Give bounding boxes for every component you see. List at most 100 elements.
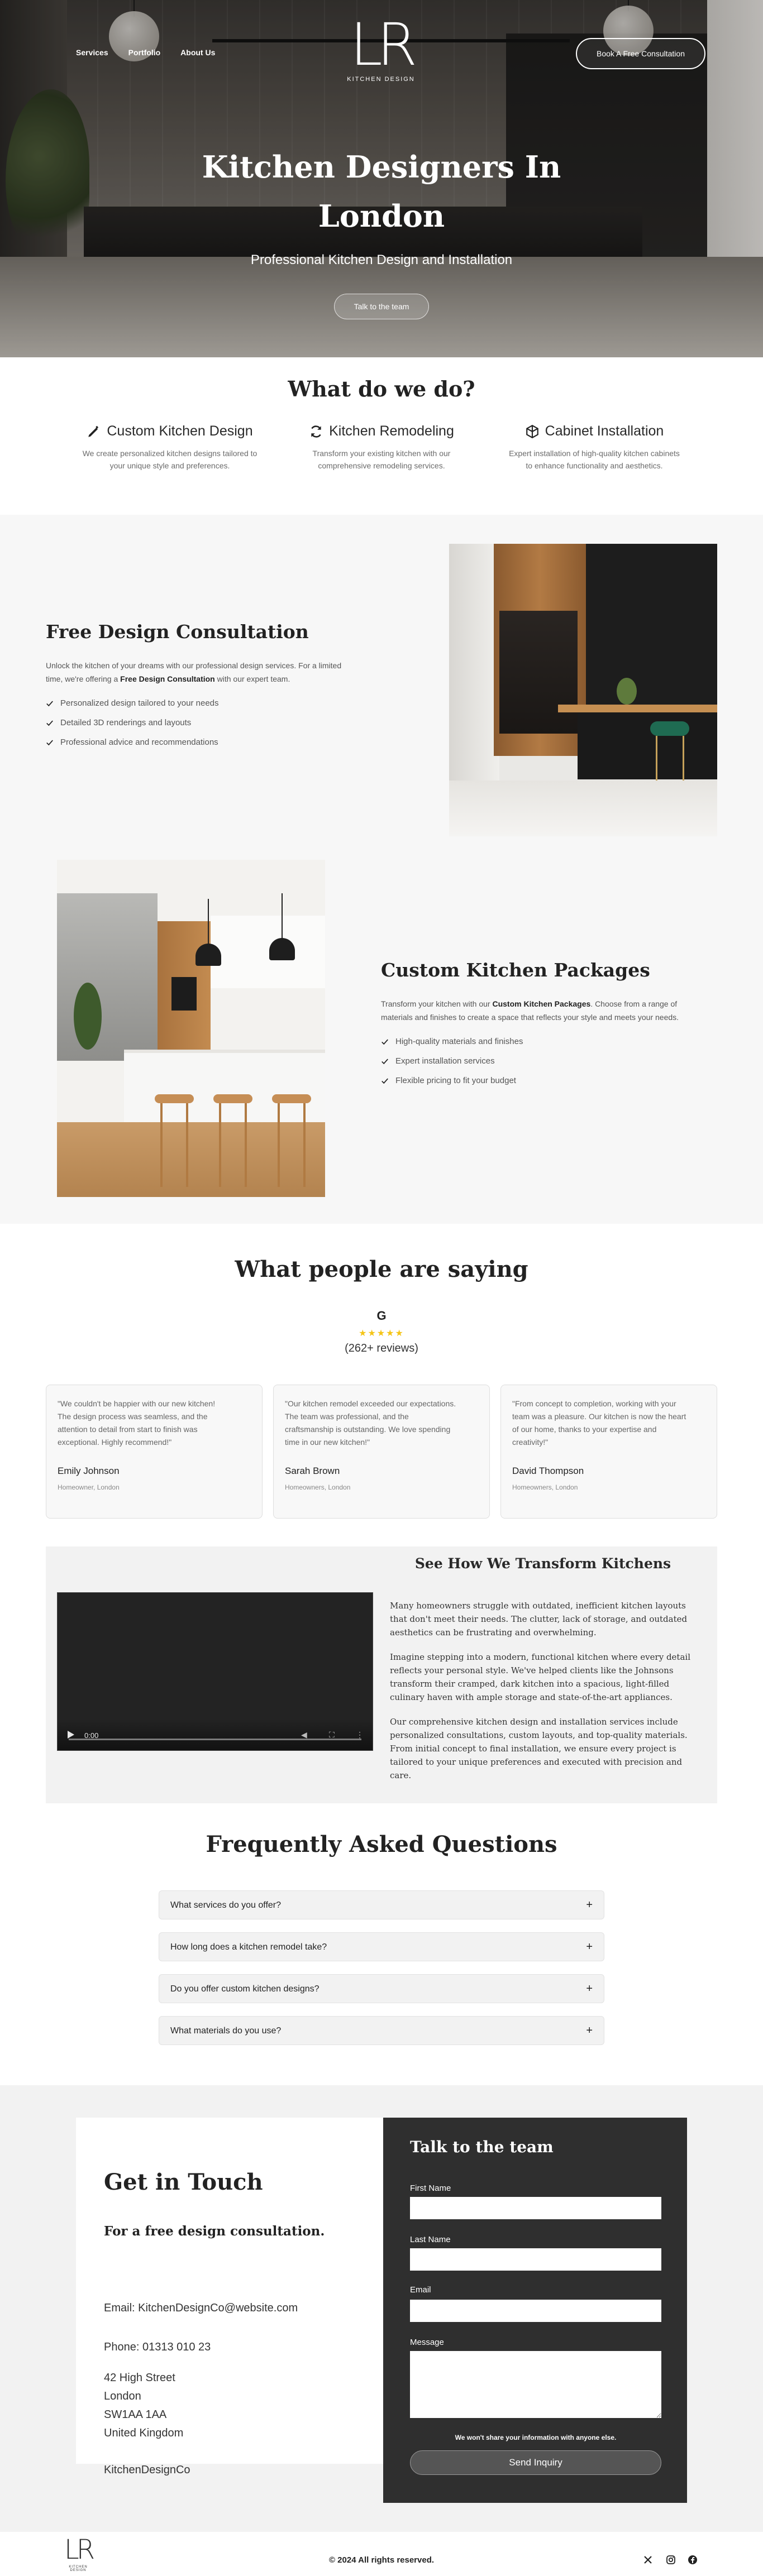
services-section: What do we do? Custom Kitchen Design We … bbox=[0, 357, 763, 515]
logo-subtitle: KITCHEN DESIGN bbox=[347, 76, 415, 83]
feature-consultation-text: Unlock the kitchen of your dreams with o… bbox=[46, 659, 403, 686]
list-item: Expert installation services bbox=[381, 1051, 523, 1071]
testimonial-card: "From concept to completion, working wit… bbox=[500, 1385, 717, 1519]
more-options-icon[interactable]: ⋮ bbox=[356, 1730, 365, 1739]
check-icon bbox=[382, 1058, 388, 1064]
hero-title: Kitchen Designers In London bbox=[0, 142, 763, 241]
nav-link-portfolio[interactable]: Portfolio bbox=[128, 48, 161, 57]
service-remodeling: Kitchen Remodeling Transform your existi… bbox=[281, 423, 482, 472]
video-section-title: See How We Transform Kitchens bbox=[414, 1555, 671, 1572]
quote-line: creativity!" bbox=[512, 1438, 549, 1447]
faq-item[interactable]: What services do you offer? + bbox=[159, 1890, 604, 1919]
footer: LR KITCHEN DESIGN © 2024 All rights rese… bbox=[0, 2532, 763, 2576]
talk-to-team-button[interactable]: Talk to the team bbox=[334, 294, 429, 319]
plus-icon[interactable]: + bbox=[586, 2024, 593, 2037]
service-title: Custom Kitchen Design bbox=[107, 423, 253, 439]
email-label: Email bbox=[410, 2285, 431, 2295]
faq-question: How long does a kitchen remodel take? bbox=[170, 1942, 327, 1952]
testimonial-author: David Thompson bbox=[512, 1466, 584, 1476]
footer-logo[interactable]: LR KITCHEN DESIGN bbox=[61, 2534, 95, 2572]
message-field[interactable] bbox=[410, 2351, 661, 2418]
video-paragraph: Our comprehensive kitchen design and ins… bbox=[390, 1717, 688, 1780]
fullscreen-icon[interactable]: ⛶ bbox=[329, 1730, 338, 1739]
address-line: London bbox=[104, 2390, 141, 2402]
pencil-icon bbox=[88, 425, 99, 437]
contact-info: Get in Touch For a free design consultat… bbox=[76, 2118, 383, 2476]
feature-text-line: materials and finishes to create a space… bbox=[381, 1013, 679, 1022]
instagram-icon[interactable] bbox=[665, 2554, 676, 2565]
contact-address: 42 High Street London SW1AA 1AA United K… bbox=[104, 2369, 183, 2443]
privacy-note: We won't share your information with any… bbox=[455, 2434, 617, 2441]
volume-icon[interactable]: ◀ bbox=[301, 1730, 310, 1739]
refresh-icon bbox=[311, 425, 321, 438]
list-item-label: Flexible pricing to fit your budget bbox=[395, 1076, 516, 1085]
feature-text-bold: Custom Kitchen Packages bbox=[492, 999, 591, 1008]
list-item-label: Professional advice and recommendations bbox=[60, 738, 218, 747]
list-item-label: Personalized design tailored to your nee… bbox=[60, 698, 219, 708]
faq-item[interactable]: Do you offer custom kitchen designs? + bbox=[159, 1974, 604, 2003]
list-item: Flexible pricing to fit your budget bbox=[381, 1071, 523, 1090]
feature-text-bold: Free Design Consultation bbox=[120, 674, 215, 683]
plus-icon[interactable]: + bbox=[586, 1983, 593, 1995]
quote-line: The team was professional, and the bbox=[285, 1412, 409, 1421]
feature-packages-list: High-quality materials and finishes Expe… bbox=[381, 1032, 523, 1090]
last-name-label: Last Name bbox=[410, 2235, 451, 2244]
rating-stars: ★★★★★ bbox=[359, 1329, 404, 1338]
book-consultation-button[interactable]: Book A Free Consultation bbox=[576, 38, 705, 69]
services-title: What do we do? bbox=[288, 376, 475, 401]
play-icon[interactable] bbox=[68, 1731, 74, 1739]
faq-item[interactable]: What materials do you use? + bbox=[159, 2016, 604, 2045]
address-line: United Kingdom bbox=[104, 2427, 184, 2439]
quote-line: "Our kitchen remodel exceeded our expect… bbox=[285, 1399, 456, 1408]
list-item: High-quality materials and finishes bbox=[381, 1032, 523, 1051]
quote-line: "From concept to completion, working wit… bbox=[512, 1399, 676, 1408]
check-icon bbox=[46, 739, 53, 745]
plus-icon[interactable]: + bbox=[586, 1899, 593, 1912]
testimonial-quote: "From concept to completion, working wit… bbox=[512, 1397, 705, 1455]
testimonial-card: "Our kitchen remodel exceeded our expect… bbox=[273, 1385, 490, 1519]
nav-link-about-us[interactable]: About Us bbox=[180, 48, 215, 57]
contact-email[interactable]: Email: KitchenDesignCo@website.com bbox=[104, 2302, 298, 2315]
x-icon[interactable] bbox=[642, 2554, 654, 2565]
testimonial-role: Homeowners, London bbox=[285, 1483, 351, 1491]
service-description-line: your unique style and preferences. bbox=[109, 461, 230, 470]
service-description-line: comprehensive remodeling services. bbox=[318, 461, 445, 470]
check-icon bbox=[46, 700, 53, 706]
last-name-field[interactable] bbox=[410, 2248, 661, 2271]
email-field[interactable] bbox=[410, 2300, 661, 2322]
check-icon bbox=[382, 1078, 388, 1084]
facebook-icon[interactable] bbox=[687, 2554, 698, 2565]
message-label: Message bbox=[410, 2338, 444, 2347]
nav-link-services[interactable]: Services bbox=[76, 48, 108, 57]
form-title: Talk to the team bbox=[410, 2138, 554, 2156]
top-nav: Services Portfolio About Us LR KITCHEN D… bbox=[0, 0, 763, 83]
check-icon bbox=[46, 720, 53, 726]
service-title: Kitchen Remodeling bbox=[329, 423, 454, 439]
plus-icon[interactable]: + bbox=[586, 1941, 593, 1953]
feature-text-line: time, we're offering a bbox=[46, 674, 121, 683]
faq-item[interactable]: How long does a kitchen remodel take? + bbox=[159, 1932, 604, 1961]
contact-title: Get in Touch bbox=[104, 2169, 263, 2195]
feature-text-line: Transform your kitchen with our bbox=[381, 999, 493, 1008]
features-section: Free Design Consultation Unlock the kitc… bbox=[0, 515, 763, 1224]
contact-phone[interactable]: Phone: 01313 010 23 bbox=[104, 2341, 211, 2354]
site-logo[interactable]: LR KITCHEN DESIGN bbox=[342, 11, 420, 95]
video-controls: 0:00 ◀ ⛶ ⋮ bbox=[58, 1719, 373, 1750]
hero-title-line2: London bbox=[318, 198, 445, 234]
faq-question: Do you offer custom kitchen designs? bbox=[170, 1984, 319, 1994]
list-item: Professional advice and recommendations bbox=[46, 732, 219, 752]
feature-consultation-title: Free Design Consultation bbox=[46, 621, 309, 643]
quote-line: "We couldn't be happier with our new kit… bbox=[58, 1399, 216, 1408]
quote-line: craftsmanship is outstanding. We love sp… bbox=[285, 1425, 451, 1434]
video-progress-bar[interactable] bbox=[69, 1739, 361, 1740]
hero-title-line1: Kitchen Designers In bbox=[202, 149, 561, 185]
service-description-line: Transform your existing kitchen with our bbox=[312, 449, 451, 458]
first-name-field[interactable] bbox=[410, 2197, 661, 2219]
address-line: 42 High Street bbox=[104, 2372, 175, 2384]
service-cabinet-installation: Cabinet Installation Expert installation… bbox=[494, 423, 695, 472]
video-player[interactable]: 0:00 ◀ ⛶ ⋮ bbox=[57, 1592, 373, 1751]
contact-company: KitchenDesignCo bbox=[104, 2464, 190, 2476]
feature-packages-title: Custom Kitchen Packages bbox=[381, 959, 650, 981]
service-description: Expert installation of high-quality kitc… bbox=[494, 447, 695, 472]
send-inquiry-button[interactable]: Send Inquiry bbox=[410, 2450, 661, 2475]
